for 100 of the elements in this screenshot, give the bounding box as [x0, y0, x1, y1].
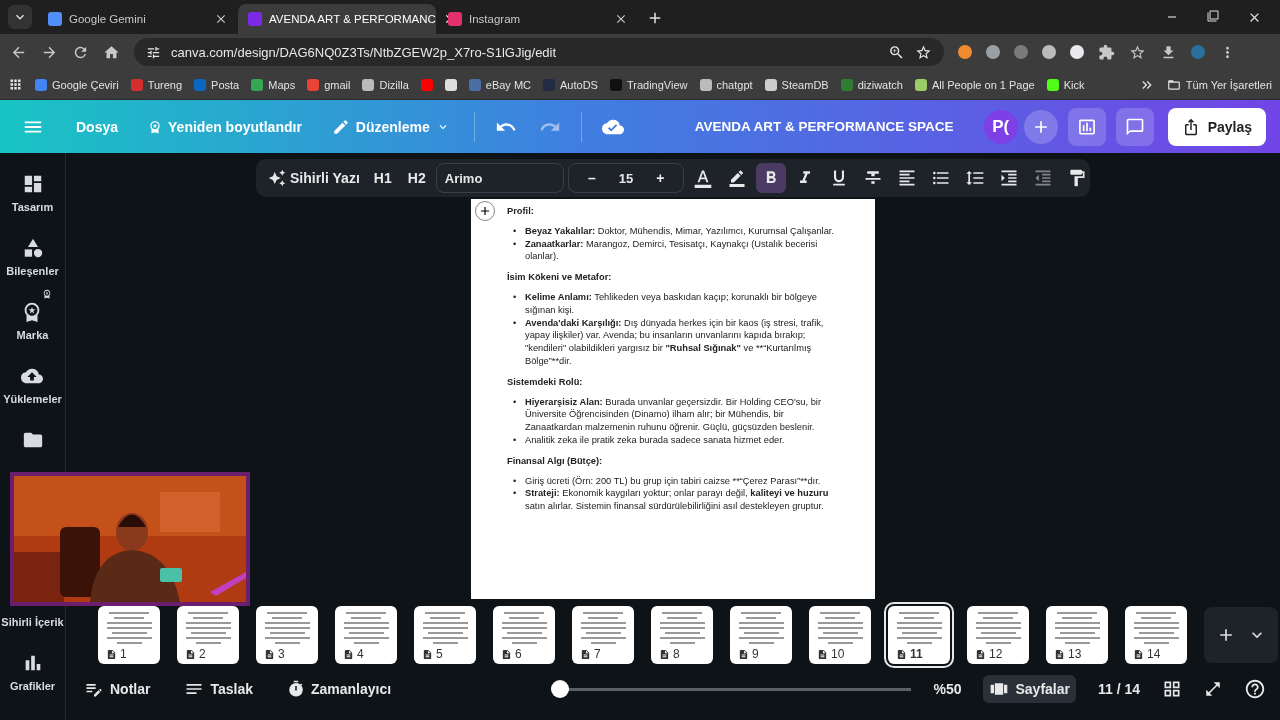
increase-button[interactable]: + — [645, 163, 676, 193]
page-thumbnail[interactable]: 6 — [493, 606, 555, 664]
help-icon[interactable] — [1244, 678, 1266, 700]
comment-button[interactable] — [1115, 107, 1154, 146]
section-heading: Finansal Algı (Bütçe): — [507, 454, 604, 468]
sidebar-item[interactable]: Bileşenler — [6, 237, 59, 277]
bookmark[interactable]: Tureng — [130, 78, 183, 91]
sidebar-item[interactable]: Tasarım — [11, 173, 54, 213]
sidebar-item[interactable]: Sihirli İçerik — [1, 616, 64, 628]
page-number: 6 — [515, 647, 522, 661]
sidebar-item[interactable]: Grafikler — [9, 652, 56, 692]
tab-list-button[interactable] — [8, 5, 32, 29]
page-thumbnail[interactable]: 7 — [572, 606, 634, 664]
bookmark[interactable]: Google Çeviri — [35, 78, 119, 91]
heading-1-button[interactable]: H1 — [367, 163, 398, 193]
avatar[interactable]: P( — [983, 109, 1018, 144]
text-color-icon — [693, 168, 714, 188]
fullscreen-icon[interactable] — [1204, 680, 1222, 698]
outdent-icon — [1033, 168, 1054, 188]
bookmark[interactable]: diziwatch — [840, 78, 903, 91]
bookmark-folder[interactable]: Tüm Yer İşaretleri — [1166, 77, 1272, 92]
page-thumbnail[interactable]: 2 — [177, 606, 239, 664]
page-icon — [896, 648, 907, 660]
page-icon — [975, 648, 986, 660]
page-thumbnail[interactable]: 5 — [414, 606, 476, 664]
timer-button[interactable]: Zamanlayıcı — [281, 676, 398, 702]
slider-thumb[interactable] — [551, 680, 570, 698]
paint-roller-icon — [1067, 168, 1088, 188]
page-thumbnail[interactable]: 9 — [730, 606, 792, 664]
extension-icon[interactable] — [958, 45, 972, 59]
page-count: 11 / 14 — [1097, 681, 1140, 697]
page-thumbnail[interactable]: 4 — [335, 606, 397, 664]
bullet-text: Kelime Anlamı: Tehlikeden veya baskıdan kaçıp; korunaklı bir bölgeye sığınan kişi. — [525, 291, 818, 317]
decrease-button[interactable]: – — [576, 163, 607, 193]
grid-view-icon[interactable] — [1162, 679, 1182, 699]
plus-icon — [478, 204, 492, 218]
address-bar[interactable]: canva.com/design/DAG6NQ0Z3Ts/NtbZGEW2p_X7ro-S1lGJig/edit — [134, 38, 944, 66]
site-settings-icon — [146, 44, 161, 60]
page-thumbnail[interactable]: 14 — [1125, 606, 1187, 664]
sidebar-item[interactable]: Yüklemeler — [3, 365, 62, 405]
page-thumbnail[interactable]: 3 — [256, 606, 318, 664]
pencil-icon — [331, 117, 350, 136]
notes-button[interactable]: Notlar — [78, 675, 157, 703]
add-button[interactable] — [475, 201, 495, 221]
align-left-icon — [897, 168, 918, 188]
pages-button[interactable]: Sayfalar — [983, 675, 1076, 703]
restore-icon[interactable] — [1207, 10, 1219, 22]
bold-button[interactable] — [756, 163, 787, 193]
browser-tab[interactable]: Google Gemini — [38, 4, 236, 34]
font-field[interactable]: Arimo — [435, 163, 564, 193]
bullet-text: Hiyerarşisiz Alan: Burada unvanlar geçersizdir. Bir Holding CEO'su, bir Üniversite Öğrencisinden (Dinamo) ilham alır; bir Mühendis, bir Zanaatkardan malzemenin ruhunu öğrenir. Güçlü, güçsüzden beslenir. — [525, 395, 822, 434]
page-thumbnail[interactable]: 10 — [809, 606, 871, 664]
page-icon — [659, 648, 670, 660]
sidebar-item[interactable]: Marka — [16, 301, 49, 341]
page-thumbnail[interactable]: 8 — [651, 606, 713, 664]
bookmark[interactable]: All People on 1 Page — [914, 78, 1035, 91]
outline-button[interactable]: Taslak — [178, 675, 259, 703]
extension-icon[interactable] — [986, 45, 1000, 59]
bookmark[interactable]: Dizilla — [362, 78, 409, 91]
star-icon[interactable] — [1129, 43, 1146, 61]
bookmark[interactable]: AutoDS — [543, 78, 598, 91]
page-number: 9 — [752, 647, 759, 661]
page-thumbnail[interactable]: 1 — [98, 606, 160, 664]
page-icon — [1133, 648, 1144, 660]
close-icon — [614, 12, 628, 26]
magic-write-button[interactable]: Sihirli Yazı — [264, 163, 364, 193]
page-number: 10 — [831, 647, 845, 661]
bookmark[interactable]: TradingView — [609, 78, 688, 91]
section-heading: İsim Kökeni ve Metafor: — [507, 271, 613, 284]
extension-icon[interactable] — [1042, 45, 1056, 59]
comment-icon — [1124, 116, 1145, 137]
page-number: 7 — [594, 647, 601, 661]
bookmark-icon[interactable] — [444, 78, 457, 91]
page-thumbnail[interactable]: 13 — [1046, 606, 1108, 664]
bookmark[interactable]: Kick — [1046, 78, 1085, 91]
share-button[interactable]: Paylaş — [1167, 107, 1266, 146]
page-number: 12 — [989, 647, 1003, 661]
zoom-level: %50 — [933, 681, 962, 697]
insights-button[interactable] — [1067, 107, 1106, 146]
home-icon[interactable] — [103, 43, 120, 61]
bookmark[interactable]: eBay MC — [468, 78, 532, 91]
bookmark[interactable]: Posta — [194, 78, 240, 91]
bullet-text: Analitik zeka ile pratik zeka burada sadece sanata hizmet eder. — [525, 433, 786, 447]
bookmark[interactable]: gmail — [307, 78, 351, 91]
font-size-field[interactable]: 15 — [618, 170, 634, 186]
bullet-text: Strateji: Ekonomik kaygıları yoktur; onlar parayı değil, kaliteyi ve huzuru satın alırlar. Sistemin finansal sürdürülebilirliğini asıl destekleyen gruptur. — [525, 487, 830, 513]
page-number: 5 — [436, 647, 443, 661]
page-icon — [422, 648, 433, 660]
page-icon — [738, 648, 749, 660]
page-thumbnail[interactable]: 12 — [967, 606, 1029, 664]
bookmark[interactable]: SteamDB — [764, 78, 829, 91]
invite-button[interactable] — [1023, 109, 1058, 144]
puzzle-icon[interactable] — [1098, 43, 1115, 61]
heading-2-button[interactable]: H2 — [401, 163, 432, 193]
star-icon — [915, 43, 932, 61]
apps-icon[interactable] — [8, 77, 23, 92]
bookmark[interactable]: chatgpt — [699, 78, 753, 91]
bookmark[interactable]: Maps — [251, 78, 296, 91]
extension-icon[interactable] — [1070, 45, 1084, 59]
browser-tab[interactable]: Instagram — [438, 4, 636, 34]
